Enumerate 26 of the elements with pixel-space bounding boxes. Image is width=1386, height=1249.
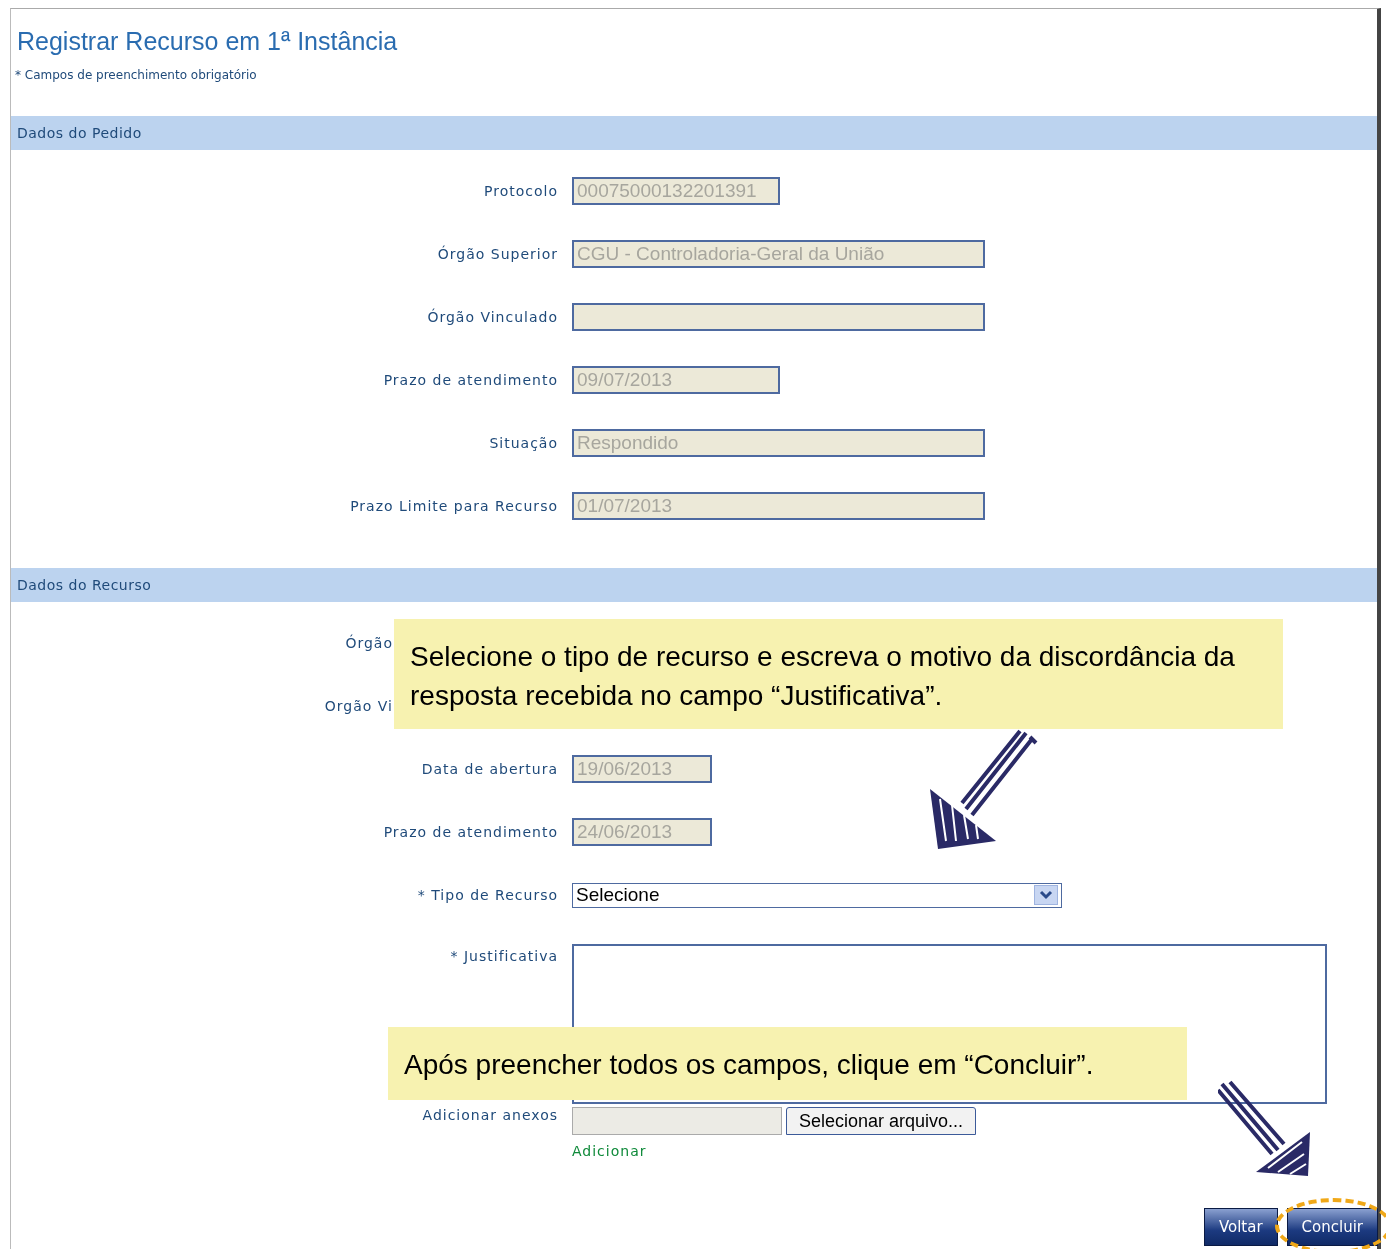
page-title: Registrar Recurso em 1ª Instância [17,27,399,56]
field-label: Prazo de atendimento [383,372,558,388]
select-field[interactable]: Selecione [572,882,1062,908]
back-button[interactable]: Voltar [1203,1208,1278,1246]
field-label: * Justificativa [450,947,558,964]
field-label: Data de abertura [421,761,558,777]
caret-icon [1034,885,1058,905]
submit-button[interactable]: Concluir [1286,1208,1378,1246]
field-label: Protocolo [484,183,558,199]
field-label: * Tipo de Recurso [417,887,558,903]
field-label: Orgão Vi [324,698,393,714]
required-note: * Campos de preenchimento obrigatório [15,68,258,82]
field-label: Órgão Superior [437,246,558,262]
section-header: Dados do Pedido [11,116,1377,150]
callout-note: Selecione o tipo de recurso e escreva o motivo da discordância da resposta recebida no campo “Justificativa”. [394,619,1283,729]
choose-file-button[interactable]: Selecionar arquivo... [786,1107,977,1135]
section-header: Dados do Recurso [11,568,1377,602]
field-label: Prazo de atendimento [383,824,558,840]
field-label: Adicionar anexos [422,1107,558,1123]
field-label: Situação [489,435,558,451]
add-link[interactable]: Adicionar [572,1143,1377,1159]
field-label: Prazo Limite para Recurso [350,498,558,514]
file-input-field[interactable] [572,1107,782,1135]
field-label: Órgão [345,635,393,651]
callout-note: Após preencher todos os campos, clique em “Concluir”. [388,1027,1187,1100]
field-label: Órgão Vinculado [427,309,558,325]
